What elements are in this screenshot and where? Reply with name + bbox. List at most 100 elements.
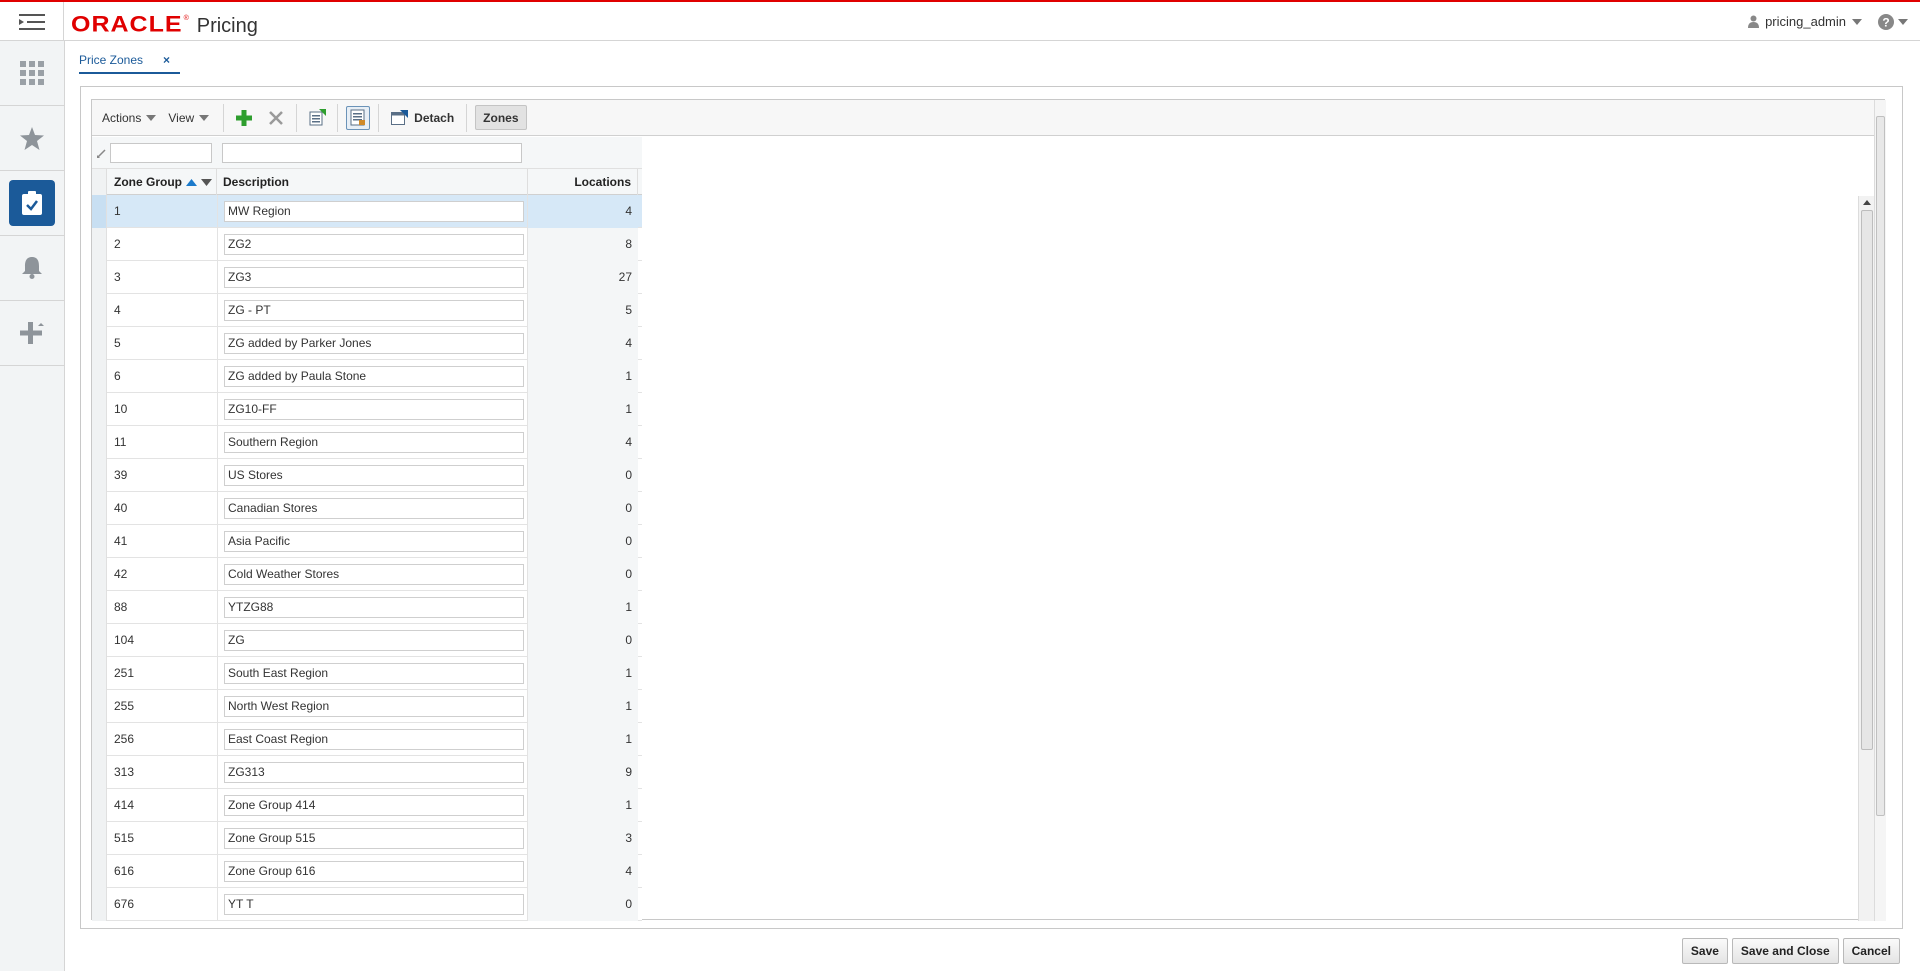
table-row[interactable]: 6 ZG added by Paula Stone 1 (92, 360, 642, 393)
row-selector[interactable] (92, 756, 107, 789)
description-input[interactable]: YT T (224, 894, 524, 915)
clear-filter-icon[interactable] (97, 149, 106, 158)
row-selector[interactable] (92, 261, 107, 294)
row-selector[interactable] (92, 888, 107, 921)
table-row[interactable]: 2 ZG2 8 (92, 228, 642, 261)
freeze-button[interactable] (346, 105, 371, 130)
description-input[interactable]: ZG - PT (224, 300, 524, 321)
description-input[interactable]: ZG313 (224, 762, 524, 783)
view-menu[interactable]: View (166, 111, 219, 125)
nav-favorites[interactable] (0, 106, 64, 171)
nav-tasks[interactable] (0, 171, 64, 236)
description-input[interactable]: North West Region (224, 696, 524, 717)
row-selector[interactable] (92, 360, 107, 393)
table-row[interactable]: 40 Canadian Stores 0 (92, 492, 642, 525)
description-input[interactable]: South East Region (224, 663, 524, 684)
description-input[interactable]: ZG (224, 630, 524, 651)
description-input[interactable]: Southern Region (224, 432, 524, 453)
row-selector[interactable] (92, 624, 107, 657)
row-selector[interactable] (92, 327, 107, 360)
row-selector[interactable] (92, 558, 107, 591)
row-selector[interactable] (92, 426, 107, 459)
description-input[interactable]: Zone Group 414 (224, 795, 524, 816)
row-selector[interactable] (92, 657, 107, 690)
description-input[interactable]: ZG10-FF (224, 399, 524, 420)
row-selector[interactable] (92, 855, 107, 888)
user-menu[interactable]: pricing_admin (1748, 14, 1862, 29)
row-selector[interactable] (92, 195, 107, 228)
zone-group-column-header[interactable]: Zone Group (107, 169, 217, 195)
panel-scrollbar[interactable] (1874, 100, 1886, 921)
table-row[interactable]: 88 YTZG88 1 (92, 591, 642, 624)
detach-button[interactable]: Detach (383, 105, 462, 131)
scrollbar-thumb[interactable] (1861, 210, 1873, 750)
zone-group-filter-input[interactable] (110, 143, 212, 163)
table-row[interactable]: 256 East Coast Region 1 (92, 723, 642, 756)
row-selector[interactable] (92, 525, 107, 558)
table-row[interactable]: 414 Zone Group 414 1 (92, 789, 642, 822)
delete-button[interactable] (264, 106, 288, 130)
description-input[interactable]: US Stores (224, 465, 524, 486)
description-input[interactable]: Asia Pacific (224, 531, 524, 552)
row-selector[interactable] (92, 459, 107, 492)
help-menu[interactable]: ? (1878, 14, 1908, 30)
add-button[interactable] (232, 106, 256, 130)
table-row[interactable]: 5 ZG added by Parker Jones 4 (92, 327, 642, 360)
close-icon[interactable]: × (163, 53, 170, 67)
description-input[interactable]: MW Region (224, 201, 524, 222)
zones-button[interactable]: Zones (475, 105, 527, 130)
export-button[interactable] (305, 106, 329, 130)
scrollbar-thumb[interactable] (1876, 116, 1885, 816)
scroll-up-icon[interactable] (1863, 200, 1871, 205)
table-row[interactable]: 41 Asia Pacific 0 (92, 525, 642, 558)
table-row[interactable]: 255 North West Region 1 (92, 690, 642, 723)
table-row[interactable]: 676 YT T0 (92, 888, 642, 921)
row-selector[interactable] (92, 822, 107, 855)
table-row[interactable]: 104 ZG 0 (92, 624, 642, 657)
row-selector[interactable] (92, 294, 107, 327)
row-selector[interactable] (92, 228, 107, 261)
sort-ascending-icon[interactable] (186, 178, 197, 186)
description-input[interactable]: Zone Group 515 (224, 828, 524, 849)
save-button[interactable]: Save (1681, 938, 1728, 964)
table-row[interactable]: 313 ZG313 9 (92, 756, 642, 789)
table-row[interactable]: 39 US Stores 0 (92, 459, 642, 492)
row-selector[interactable] (92, 723, 107, 756)
table-row[interactable]: 42 Cold Weather Stores 0 (92, 558, 642, 591)
menu-toggle-button[interactable] (0, 2, 64, 41)
row-selector[interactable] (92, 591, 107, 624)
tab-price-zones[interactable]: Price Zones × (79, 47, 180, 74)
table-row[interactable]: 251 South East Region 1 (92, 657, 642, 690)
description-filter-input[interactable] (222, 143, 522, 163)
description-input[interactable]: ZG2 (224, 234, 524, 255)
table-row[interactable]: 515 Zone Group 515 3 (92, 822, 642, 855)
nav-tasks-grid[interactable] (0, 41, 64, 106)
table-row[interactable]: 4 ZG - PT 5 (92, 294, 642, 327)
nav-create[interactable] (0, 301, 64, 366)
table-scrollbar[interactable] (1858, 196, 1874, 921)
description-input[interactable]: ZG added by Parker Jones (224, 333, 524, 354)
locations-column-header[interactable]: Locations (528, 169, 638, 195)
description-input[interactable]: Zone Group 616 (224, 861, 524, 882)
row-selector[interactable] (92, 789, 107, 822)
table-row[interactable]: 616 Zone Group 616 4 (92, 855, 642, 888)
table-row[interactable]: 3 ZG3 27 (92, 261, 642, 294)
description-column-header[interactable]: Description (217, 169, 528, 195)
row-selector[interactable] (92, 492, 107, 525)
table-row[interactable]: 10 ZG10-FF 1 (92, 393, 642, 426)
description-input[interactable]: ZG added by Paula Stone (224, 366, 524, 387)
table-row[interactable]: 1 MW Region 4 (92, 195, 642, 228)
sort-descending-icon[interactable] (201, 178, 212, 186)
row-selector[interactable] (92, 393, 107, 426)
description-input[interactable]: Canadian Stores (224, 498, 524, 519)
cancel-button[interactable]: Cancel (1842, 938, 1900, 964)
description-input[interactable]: East Coast Region (224, 729, 524, 750)
description-input[interactable]: Cold Weather Stores (224, 564, 524, 585)
actions-menu[interactable]: Actions (92, 111, 166, 125)
description-input[interactable]: ZG3 (224, 267, 524, 288)
save-and-close-button[interactable]: Save and Close (1731, 938, 1839, 964)
nav-notifications[interactable] (0, 236, 64, 301)
table-row[interactable]: 11 Southern Region 4 (92, 426, 642, 459)
description-input[interactable]: YTZG88 (224, 597, 524, 618)
row-selector[interactable] (92, 690, 107, 723)
